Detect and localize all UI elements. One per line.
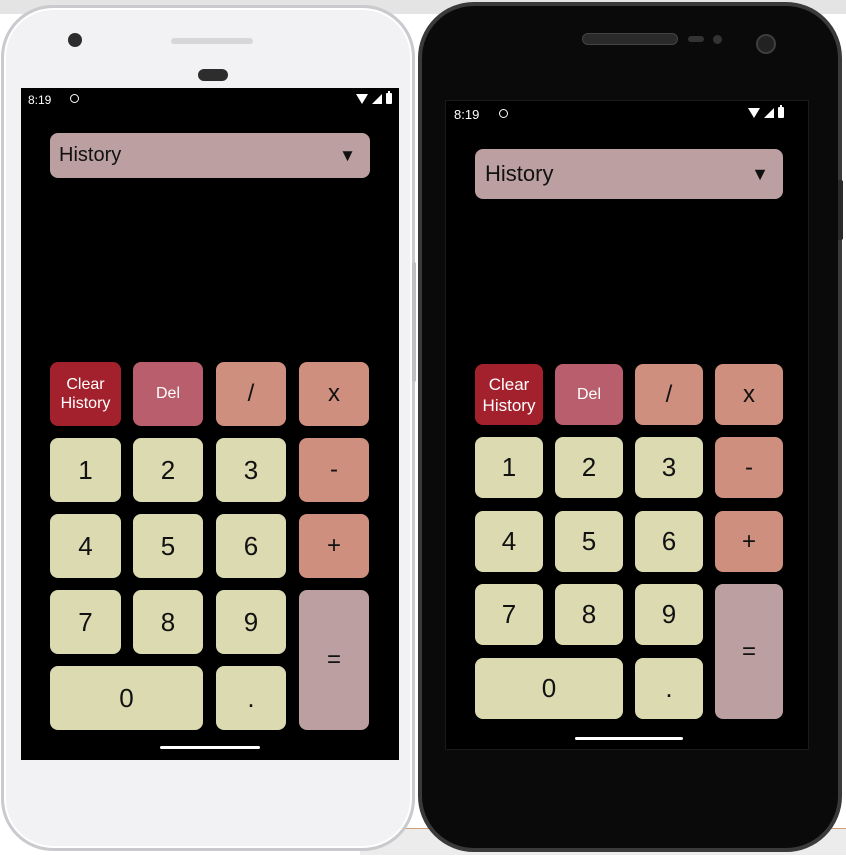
status-time: 8:19 [28,93,52,107]
digit-3-button[interactable]: 3 [216,438,286,502]
home-gesture-bar[interactable] [160,746,260,749]
wifi-icon [356,93,368,104]
sensor-dot [713,35,722,44]
earpiece-speaker [582,33,678,45]
phone-screen-2: 8:19 History ▼ Clear History Del / x 1 2… [445,100,809,750]
equals-button[interactable]: = [299,590,369,730]
battery-icon [386,91,392,104]
status-icons [748,105,784,118]
history-dropdown-label: History [59,144,122,166]
digit-9-button[interactable]: 9 [216,590,286,654]
home-gesture-bar[interactable] [575,737,683,740]
digit-0-button[interactable]: 0 [50,666,203,730]
signal-icon [764,107,774,118]
plus-button[interactable]: + [299,514,369,578]
digit-7-button[interactable]: 7 [475,584,543,645]
status-time: 8:19 [454,107,480,122]
minus-button[interactable]: - [299,438,369,502]
digit-1-button[interactable]: 1 [475,437,543,498]
digit-1-button[interactable]: 1 [50,438,121,502]
dropdown-arrow-icon: ▼ [339,145,356,165]
proximity-sensor [198,69,228,81]
signal-icon [372,93,382,104]
wifi-icon [748,107,760,118]
divide-button[interactable]: / [635,364,703,425]
equals-button[interactable]: = [715,584,783,719]
digit-8-button[interactable]: 8 [555,584,623,645]
digit-2-button[interactable]: 2 [555,437,623,498]
power-button[interactable] [412,262,416,382]
digit-7-button[interactable]: 7 [50,590,121,654]
multiply-button[interactable]: x [299,362,369,426]
history-dropdown[interactable]: History ▼ [475,149,783,199]
phone-screen-1: 8:19 History ▼ Clear History Del / x 1 2… [21,88,399,760]
sensor-led [688,36,704,42]
digit-8-button[interactable]: 8 [133,590,203,654]
history-dropdown-label: History [485,161,554,186]
notification-icon [499,109,508,118]
front-camera-icon [68,33,82,47]
power-button[interactable] [838,180,843,240]
multiply-button[interactable]: x [715,364,783,425]
clear-history-button[interactable]: Clear History [50,362,121,426]
clear-history-button[interactable]: Clear History [475,364,543,425]
notification-icon [70,94,79,103]
delete-button[interactable]: Del [555,364,623,425]
decimal-button[interactable]: . [216,666,286,730]
status-icons [356,91,392,104]
minus-button[interactable]: - [715,437,783,498]
digit-3-button[interactable]: 3 [635,437,703,498]
history-dropdown[interactable]: History ▼ [50,133,370,178]
plus-button[interactable]: + [715,511,783,572]
digit-4-button[interactable]: 4 [50,514,121,578]
digit-2-button[interactable]: 2 [133,438,203,502]
divide-button[interactable]: / [216,362,286,426]
battery-icon [778,105,784,118]
delete-button[interactable]: Del [133,362,203,426]
digit-9-button[interactable]: 9 [635,584,703,645]
digit-0-button[interactable]: 0 [475,658,623,719]
dropdown-arrow-icon: ▼ [751,163,769,184]
digit-6-button[interactable]: 6 [216,514,286,578]
digit-6-button[interactable]: 6 [635,511,703,572]
earpiece-speaker [171,38,253,44]
front-camera-icon [756,34,776,54]
decimal-button[interactable]: . [635,658,703,719]
digit-4-button[interactable]: 4 [475,511,543,572]
digit-5-button[interactable]: 5 [555,511,623,572]
digit-5-button[interactable]: 5 [133,514,203,578]
